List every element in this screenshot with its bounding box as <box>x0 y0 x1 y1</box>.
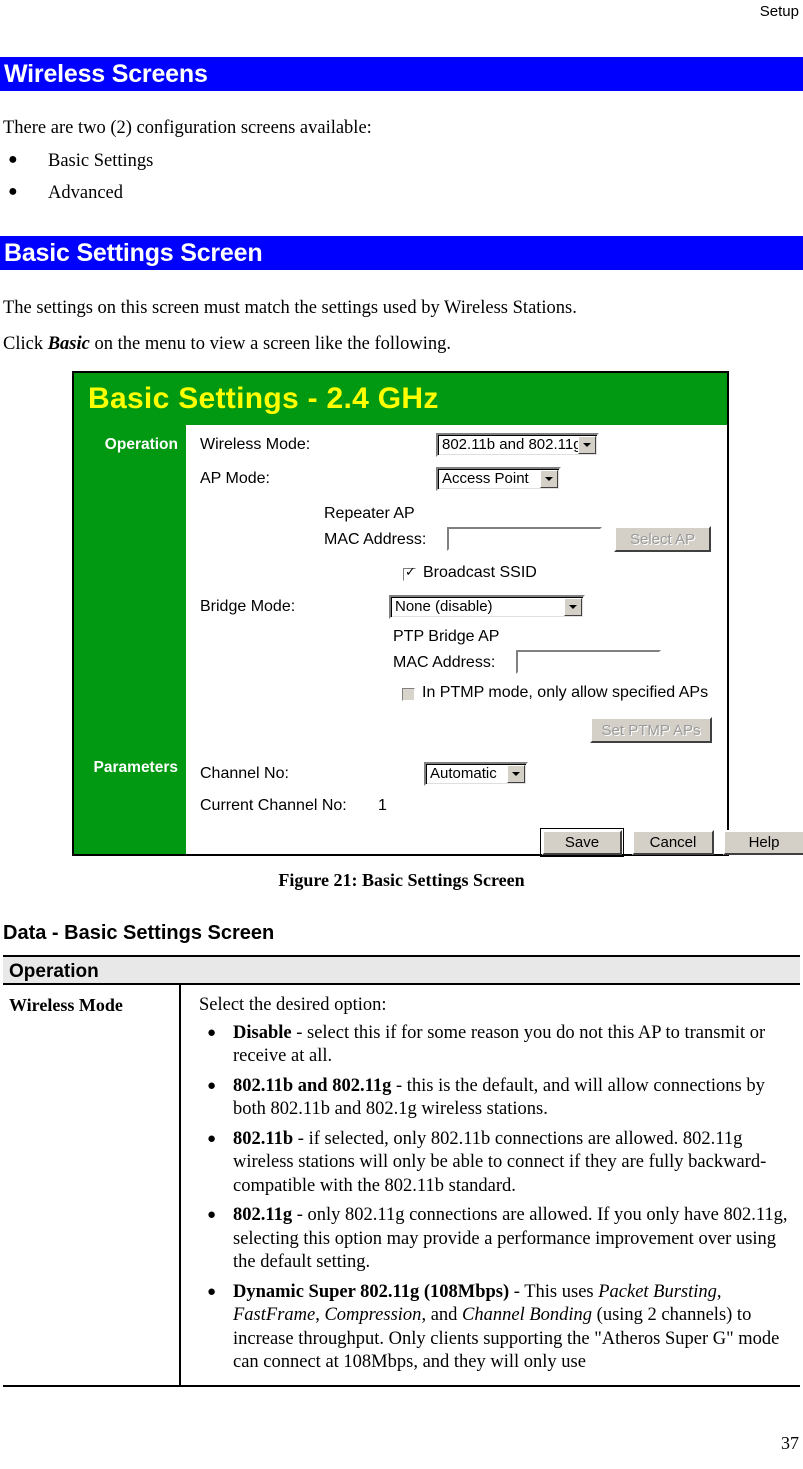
channel-no-value: Automatic <box>430 765 497 782</box>
chevron-down-icon[interactable] <box>578 436 596 454</box>
option-desc: - if selected, only 802.11b connections … <box>233 1128 767 1196</box>
select-ap-button[interactable]: Select AP <box>614 526 711 552</box>
heading-wireless-screens: Wireless Screens <box>0 57 803 91</box>
list-item-basic-settings: ● Basic Settings <box>8 149 408 173</box>
bullet-dot-icon: ● <box>207 1130 217 1147</box>
wireless-mode-select[interactable]: 802.11b and 802.11g <box>436 433 599 457</box>
cancel-button[interactable]: Cancel <box>632 830 714 855</box>
heading-basic-settings-screen: Basic Settings Screen <box>0 236 803 270</box>
intro-paragraph: There are two (2) configuration screens … <box>3 118 372 138</box>
click-suffix: on the menu to view a screen like the fo… <box>89 334 452 354</box>
help-button[interactable]: Help <box>723 830 803 855</box>
click-basic-paragraph: Click Basic on the menu to view a screen… <box>3 332 451 356</box>
ap-mode-label: AP Mode: <box>200 470 270 487</box>
table-cell-label-wireless-mode: Wireless Mode <box>3 985 181 1385</box>
table-section-header-operation: Operation <box>3 955 800 985</box>
click-prefix: Click <box>3 334 48 354</box>
channel-no-select[interactable]: Automatic <box>424 762 528 786</box>
list-item-label: Basic Settings <box>48 151 154 171</box>
bridge-mode-select[interactable]: None (disable) <box>389 595 585 619</box>
help-button-label: Help <box>748 834 780 851</box>
select-ap-button-label: Select AP <box>629 530 696 548</box>
table-row: Wireless Mode Select the desired option:… <box>3 985 800 1387</box>
option-name: 802.11b <box>233 1128 294 1149</box>
sidebar-label-operation: Operation <box>104 436 178 453</box>
ap-mode-value: Access Point <box>442 470 529 487</box>
repeater-ap-label: Repeater AP <box>324 505 415 522</box>
option-desc-fragment: , <box>716 1281 722 1302</box>
repeater-mac-input[interactable] <box>447 527 602 551</box>
figure-basic-settings-screenshot: Basic Settings - 2.4 GHz Operation Param… <box>72 371 803 857</box>
broadcast-ssid-label: Broadcast SSID <box>423 564 537 581</box>
option-desc-fragment: , and <box>421 1305 463 1325</box>
option-desc-fragment: FastFrame <box>233 1305 316 1325</box>
ptp-mac-input[interactable] <box>516 650 661 674</box>
data-table-heading: Data - Basic Settings Screen <box>3 922 275 944</box>
figure-caption: Figure 21: Basic Settings Screen <box>278 870 525 890</box>
bullet-dot-icon: ● <box>8 183 18 200</box>
option-name: Disable <box>233 1022 292 1043</box>
option-name: 802.11b and 802.11g <box>233 1075 392 1096</box>
data-table: Operation Wireless Mode Select the desir… <box>3 955 800 1387</box>
option-item-80211b-and-80211g: ● 802.11b and 802.11g - this is the defau… <box>199 1075 796 1122</box>
option-desc-fragment: Channel Bonding <box>462 1305 593 1325</box>
option-lead-text: Select the desired option: <box>199 995 387 1015</box>
repeater-mac-label: MAC Address: <box>324 531 427 548</box>
option-desc-fragment: Compression <box>324 1305 422 1325</box>
list-item-advanced: ● Advanced <box>8 181 408 205</box>
click-bold-term: Basic <box>47 334 90 354</box>
bullet-dot-icon: ● <box>207 1024 217 1041</box>
list-item-label: Advanced <box>48 183 123 203</box>
ptmp-allow-specified-label: In PTMP mode, only allow specified APs <box>422 684 709 701</box>
wireless-mode-label: Wireless Mode: <box>200 436 311 453</box>
option-desc-fragment: Packet Bursting <box>598 1281 717 1302</box>
wireless-mode-value: 802.11b and 802.11g <box>442 436 582 453</box>
ap-mode-select[interactable]: Access Point <box>436 467 561 491</box>
bridge-mode-value: None (disable) <box>395 598 493 615</box>
checkmark-icon: ✓ <box>405 565 416 580</box>
ptp-bridge-ap-label: PTP Bridge AP <box>393 628 500 645</box>
bullet-dot-icon: ● <box>8 151 18 168</box>
option-item-dynamic-super-80211g: ● Dynamic Super 802.11g (108Mbps) - This … <box>199 1281 796 1375</box>
option-desc: - only 802.11g connections are allowed. … <box>233 1205 788 1272</box>
sidebar-label-parameters: Parameters <box>93 759 178 776</box>
bridge-mode-label: Bridge Mode: <box>200 598 296 615</box>
chevron-down-icon[interactable] <box>540 470 558 488</box>
channel-no-label: Channel No: <box>200 765 289 782</box>
current-channel-value: 1 <box>378 797 387 814</box>
option-desc: - select this if for some reason you do … <box>233 1022 766 1067</box>
set-ptmp-aps-button-label: Set PTMP APs <box>601 721 701 739</box>
option-desc-fragment: - This uses <box>509 1281 599 1302</box>
cancel-button-label: Cancel <box>649 834 697 851</box>
option-item-disable: ● Disable - select this if for some reaso… <box>199 1022 796 1069</box>
option-item-80211g: ● 802.11g - only 802.11g connections are … <box>199 1204 796 1275</box>
bullet-dot-icon: ● <box>207 1283 217 1300</box>
bullet-dot-icon: ● <box>207 1077 217 1094</box>
ptmp-allow-specified-checkbox[interactable] <box>402 688 415 701</box>
option-name: 802.11g <box>233 1205 293 1225</box>
save-button[interactable]: Save <box>540 828 624 857</box>
option-name: Dynamic Super 802.11g (108Mbps) <box>233 1281 510 1302</box>
option-list: ● Disable - select this if for some reaso… <box>199 1022 796 1375</box>
page-number: 37 <box>781 1433 799 1453</box>
settings-match-paragraph: The settings on this screen must match t… <box>3 298 577 318</box>
current-channel-label: Current Channel No: <box>200 797 347 814</box>
chevron-down-icon[interactable] <box>564 598 582 616</box>
bullet-dot-icon: ● <box>207 1207 217 1223</box>
ptp-mac-label: MAC Address: <box>393 654 496 671</box>
figure-form-body: Wireless Mode: 802.11b and 802.11g AP Mo… <box>186 425 803 857</box>
chevron-down-icon[interactable] <box>507 765 525 783</box>
broadcast-ssid-checkbox[interactable]: ✓ <box>403 565 416 581</box>
running-header: Setup <box>759 3 799 20</box>
figure-sidebar: Operation Parameters <box>74 425 186 854</box>
figure-title-bar: Basic Settings - 2.4 GHz <box>74 373 727 425</box>
option-item-80211b: ● 802.11b - if selected, only 802.11b con… <box>199 1128 796 1199</box>
set-ptmp-aps-button[interactable]: Set PTMP APs <box>590 717 712 743</box>
save-button-label: Save <box>564 834 600 851</box>
table-cell-body-wireless-mode: Select the desired option: ● Disable - se… <box>181 985 800 1385</box>
